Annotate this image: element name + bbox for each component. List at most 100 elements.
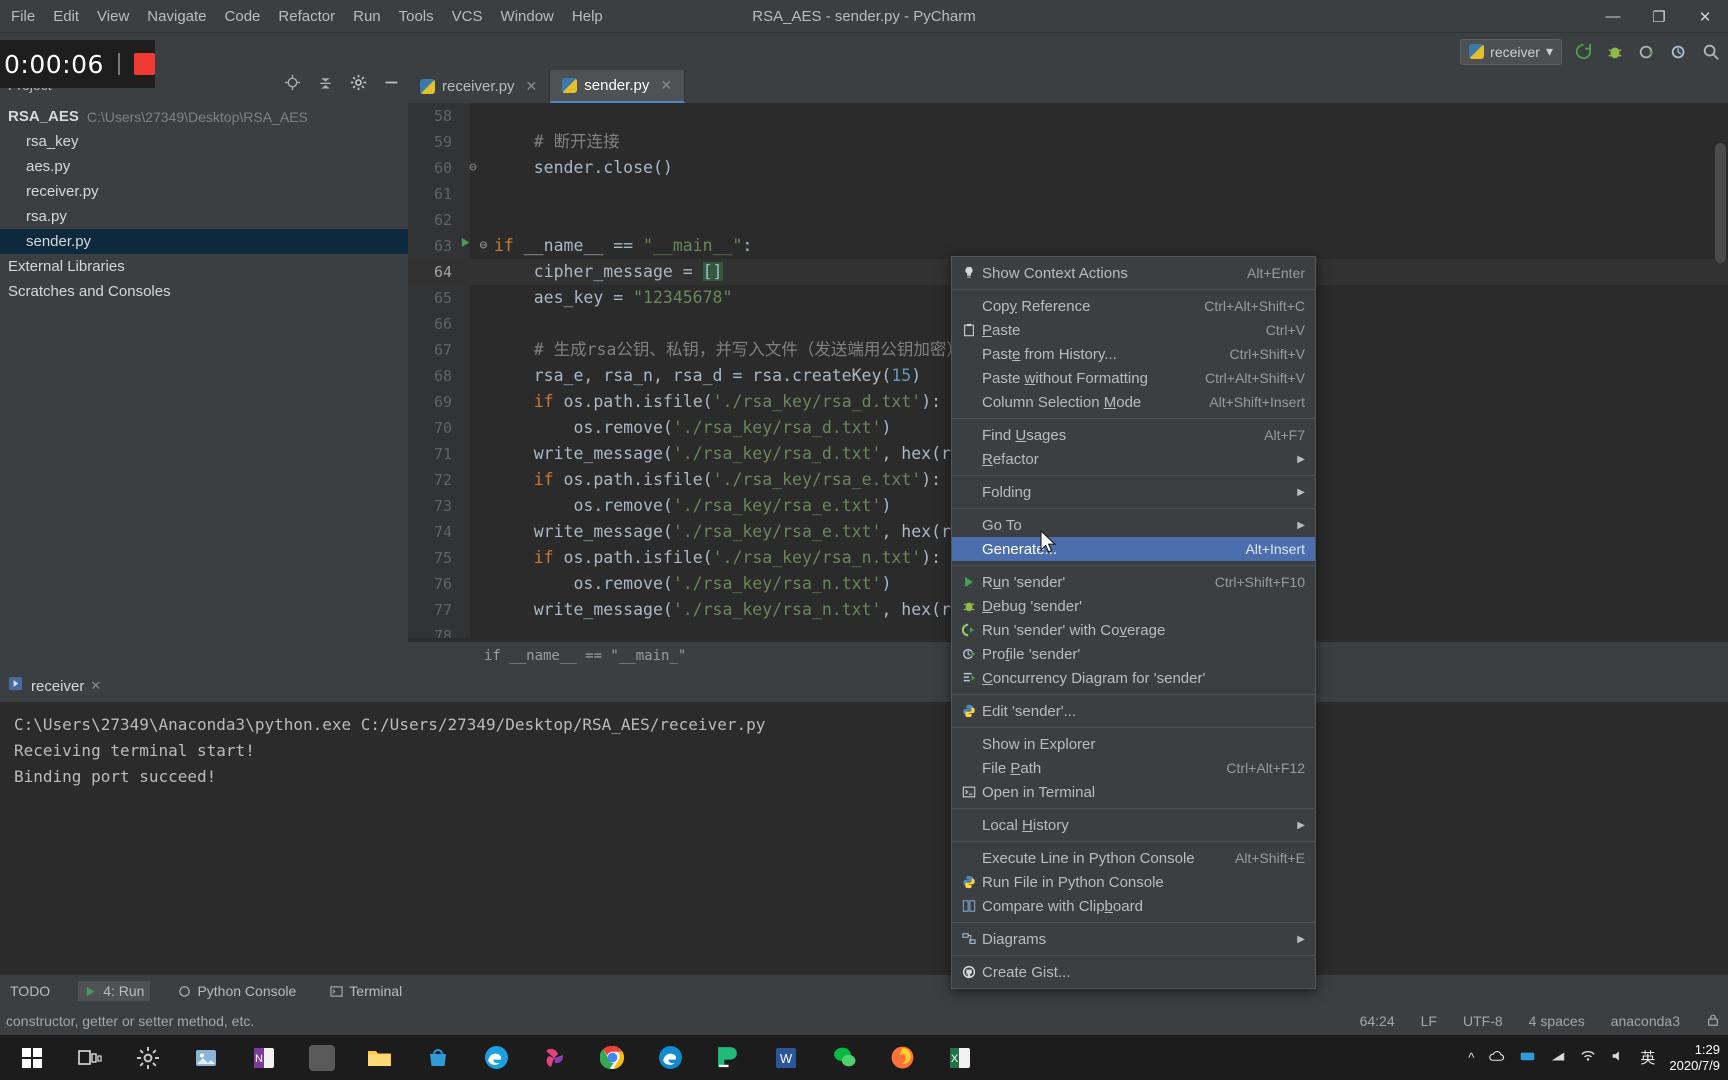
tool-window-button-terminal[interactable]: Terminal [324, 981, 408, 1001]
context-menu-item-concurrency-diagram-for-sender[interactable]: Concurrency Diagram for 'sender' [952, 666, 1315, 690]
menu-vcs[interactable]: VCS [443, 4, 492, 29]
debug-icon[interactable] [1604, 41, 1626, 63]
editor-context-menu[interactable]: Show Context ActionsAlt+Enter Copy Refere… [951, 256, 1316, 989]
taskbar-pinwheel-icon[interactable] [528, 1035, 580, 1080]
taskbar-onenote-icon[interactable]: N [238, 1035, 290, 1080]
coverage-icon[interactable] [1636, 41, 1658, 63]
taskbar-media-icon[interactable] [296, 1035, 348, 1080]
tool-window-button-4--run[interactable]: 4: Run [78, 981, 150, 1001]
context-menu-item-debug-sender[interactable]: Debug 'sender' [952, 594, 1315, 618]
volume-icon[interactable] [1610, 1049, 1626, 1066]
taskbar-store-icon[interactable] [412, 1035, 464, 1080]
context-menu-item-column-selection-mode[interactable]: Column Selection ModeAlt+Shift+Insert [952, 390, 1315, 414]
context-menu-item-copy-reference[interactable]: Copy ReferenceCtrl+Alt+Shift+C [952, 294, 1315, 318]
cloud-icon[interactable] [1488, 1049, 1505, 1066]
context-menu-item-run-sender[interactable]: Run 'sender'Ctrl+Shift+F10 [952, 570, 1315, 594]
context-menu-item-go-to[interactable]: Go To▶ [952, 513, 1315, 537]
line-separator[interactable]: LF [1421, 1013, 1437, 1029]
tree-item-sender-py[interactable]: sender.py [0, 229, 408, 254]
python-interpreter[interactable]: anaconda3 [1611, 1013, 1680, 1029]
taskbar-pycharm-icon[interactable] [702, 1035, 754, 1080]
run-tab-receiver[interactable]: receiver ✕ [31, 678, 101, 695]
tree-item-rsa-key[interactable]: rsa_key [0, 129, 408, 154]
collapse-all-icon[interactable] [317, 74, 334, 94]
taskbar-edge-icon[interactable] [644, 1035, 696, 1080]
close-icon[interactable]: ✕ [90, 678, 101, 694]
context-menu-item-show-context-actions[interactable]: Show Context ActionsAlt+Enter [952, 261, 1315, 285]
taskbar-explorer-icon[interactable] [354, 1035, 406, 1080]
context-menu-item-file-path[interactable]: File PathCtrl+Alt+F12 [952, 756, 1315, 780]
run-configuration-selector[interactable]: receiver ▾ [1460, 39, 1562, 65]
taskbar-firefox-icon[interactable] [876, 1035, 928, 1080]
code-line[interactable]: 59 # 断开连接 [408, 129, 1728, 155]
run-console-output[interactable]: C:\Users\27349\Anaconda3\python.exe C:/U… [0, 702, 1728, 980]
menu-view[interactable]: View [88, 4, 138, 29]
close-icon[interactable]: ✕ [660, 77, 672, 94]
minimize-button[interactable]: — [1590, 0, 1636, 33]
hide-icon[interactable] [383, 74, 400, 94]
editor-scrollbar[interactable] [1715, 143, 1726, 263]
context-menu-item-paste-without-formatting[interactable]: Paste without FormattingCtrl+Alt+Shift+V [952, 366, 1315, 390]
context-menu-item-run-file-in-python-console[interactable]: Run File in Python Console [952, 870, 1315, 894]
taskbar-edge-legacy-icon[interactable] [470, 1035, 522, 1080]
context-menu-item-profile-sender[interactable]: Profile 'sender' [952, 642, 1315, 666]
tree-item-external-libraries[interactable]: External Libraries [0, 254, 408, 279]
tree-item-rsa-aes[interactable]: RSA_AESC:\Users\27349\Desktop\RSA_AES [0, 104, 408, 129]
code-line[interactable]: 58 [408, 103, 1728, 129]
context-menu-item-create-gist[interactable]: Create Gist... [952, 960, 1315, 984]
tree-item-receiver-py[interactable]: receiver.py [0, 179, 408, 204]
menu-window[interactable]: Window [492, 4, 563, 29]
context-menu-item-find-usages[interactable]: Find UsagesAlt+F7 [952, 423, 1315, 447]
editor-tab-receiver-py[interactable]: receiver.py✕ [408, 70, 550, 103]
code-line[interactable]: 61 [408, 181, 1728, 207]
indent-setting[interactable]: 4 spaces [1529, 1013, 1585, 1029]
lock-icon[interactable] [1706, 1013, 1720, 1030]
rerun-icon[interactable] [1572, 41, 1594, 63]
ime-indicator[interactable]: 英 [1640, 1047, 1655, 1068]
network-icon[interactable] [1550, 1049, 1566, 1066]
code-line[interactable]: 62 [408, 207, 1728, 233]
taskbar-word-icon[interactable]: W [760, 1035, 812, 1080]
taskbar-settings-icon[interactable] [122, 1035, 174, 1080]
menu-edit[interactable]: Edit [44, 4, 88, 29]
menu-run[interactable]: Run [344, 4, 390, 29]
locate-icon[interactable] [284, 74, 301, 94]
maximize-button[interactable]: ❐ [1636, 0, 1682, 33]
tool-window-button-todo[interactable]: TODO [4, 981, 56, 1001]
menu-navigate[interactable]: Navigate [138, 4, 215, 29]
code-line[interactable]: 60⊖ sender.close() [408, 155, 1728, 181]
taskbar-chrome-icon[interactable] [586, 1035, 638, 1080]
context-menu-item-edit-sender[interactable]: Edit 'sender'... [952, 699, 1315, 723]
caret-position[interactable]: 64:24 [1360, 1013, 1395, 1029]
context-menu-item-open-in-terminal[interactable]: Open in Terminal [952, 780, 1315, 804]
stop-recording-button[interactable] [134, 53, 155, 75]
close-icon[interactable]: ✕ [526, 78, 538, 95]
context-menu-item-show-in-explorer[interactable]: Show in Explorer [952, 732, 1315, 756]
editor-tab-sender-py[interactable]: sender.py✕ [550, 70, 685, 103]
close-button[interactable]: ✕ [1682, 0, 1728, 33]
run-gutter-icon[interactable]: ⊖ [452, 233, 494, 259]
chevron-up-icon[interactable]: ^ [1468, 1050, 1474, 1065]
menu-help[interactable]: Help [563, 4, 612, 29]
taskbar-excel-icon[interactable]: X [934, 1035, 986, 1080]
taskbar-photos-icon[interactable] [180, 1035, 232, 1080]
context-menu-item-run-sender-with-coverage[interactable]: Run 'sender' with Coverage [952, 618, 1315, 642]
tree-item-aes-py[interactable]: aes.py [0, 154, 408, 179]
context-menu-item-paste-from-history[interactable]: Paste from History...Ctrl+Shift+V [952, 342, 1315, 366]
taskbar-start-icon[interactable] [6, 1035, 58, 1080]
wifi-icon[interactable] [1580, 1049, 1596, 1066]
tree-item-rsa-py[interactable]: rsa.py [0, 204, 408, 229]
context-menu-item-execute-line-in-python-console[interactable]: Execute Line in Python ConsoleAlt+Shift+… [952, 846, 1315, 870]
context-menu-item-folding[interactable]: Folding▶ [952, 480, 1315, 504]
menu-tools[interactable]: Tools [390, 4, 443, 29]
context-menu-item-diagrams[interactable]: Diagrams▶ [952, 927, 1315, 951]
menu-refactor[interactable]: Refactor [269, 4, 344, 29]
onedrive-icon[interactable] [1519, 1049, 1536, 1066]
context-menu-item-generate[interactable]: Generate...Alt+Insert [952, 537, 1315, 561]
taskbar-task-view-icon[interactable] [64, 1035, 116, 1080]
file-encoding[interactable]: UTF-8 [1463, 1013, 1503, 1029]
settings-icon[interactable] [350, 74, 367, 94]
context-menu-item-compare-with-clipboard[interactable]: Compare with Clipboard [952, 894, 1315, 918]
tree-item-scratches-and-consoles[interactable]: Scratches and Consoles [0, 279, 408, 304]
profile-icon[interactable] [1668, 41, 1690, 63]
